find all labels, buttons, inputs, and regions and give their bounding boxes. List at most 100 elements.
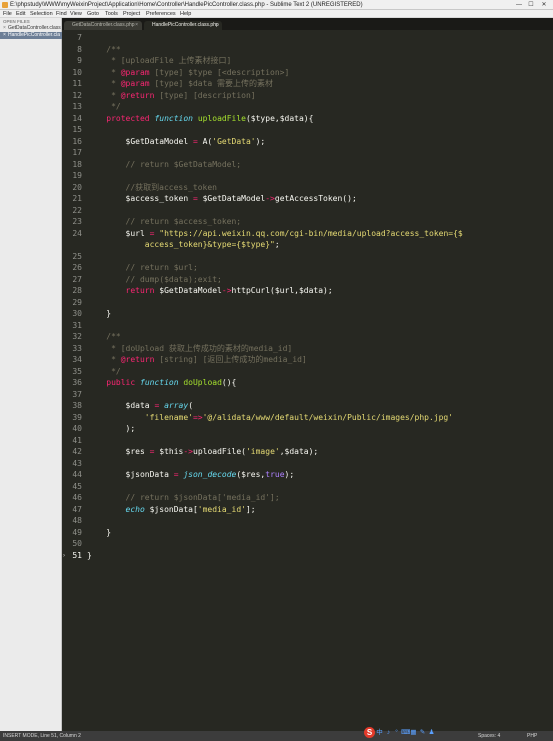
- code-token: json_decode: [183, 470, 237, 479]
- line-number: 20: [72, 182, 82, 192]
- code-line[interactable]: // dump($data);exit;: [87, 274, 553, 286]
- line-number: 19: [72, 171, 82, 180]
- punctuation-icon[interactable]: °: [393, 729, 400, 737]
- code-line[interactable]: $data = array(: [87, 400, 553, 412]
- code-line[interactable]: [87, 458, 553, 470]
- tab-close-icon[interactable]: ×: [135, 21, 138, 30]
- menu-tools[interactable]: Tools: [105, 10, 118, 18]
- code-line[interactable]: * [uploadFile 上传素材接口]: [87, 55, 553, 67]
- code-line[interactable]: $url = "https://api.weixin.qq.com/cgi-bi…: [87, 228, 553, 240]
- code-line[interactable]: /**: [87, 331, 553, 343]
- code-token: echo: [125, 504, 145, 514]
- code-line[interactable]: }: [87, 550, 553, 562]
- grid-icon[interactable]: ▦: [410, 729, 417, 737]
- code-line[interactable]: $jsonData = json_decode($res,true);: [87, 469, 553, 481]
- code-token: );: [255, 136, 266, 146]
- menu-find[interactable]: Find: [56, 10, 67, 18]
- menu-help[interactable]: Help: [180, 10, 191, 18]
- code-token: [string] [返回上传成功的media_id]: [154, 355, 307, 364]
- code-line[interactable]: [87, 251, 553, 263]
- maximize-button[interactable]: ☐: [526, 1, 536, 9]
- code-token: A(: [197, 136, 213, 146]
- menu-preferences[interactable]: Preferences: [146, 10, 176, 18]
- line-number: 41: [72, 435, 82, 445]
- tab-handlepiccontroller[interactable]: HandlePicController.class.php ×: [144, 21, 222, 30]
- code-line[interactable]: access_token}&type={$type}";: [87, 239, 553, 251]
- code-line[interactable]: // return $access_token;: [87, 216, 553, 228]
- code-line[interactable]: [87, 320, 553, 332]
- minimize-button[interactable]: —: [514, 1, 524, 9]
- code-line[interactable]: protected function uploadFile($type,$dat…: [87, 113, 553, 125]
- title-bar: E:\phpstudy\WWW\myWeixinProject\Applicat…: [0, 0, 553, 10]
- line-number: 47: [72, 504, 82, 514]
- menu-view[interactable]: View: [70, 10, 82, 18]
- chinese-mode-icon[interactable]: 中: [376, 729, 383, 737]
- sidebar-file-getdatacontroller[interactable]: × GetDataController.class: [0, 25, 62, 32]
- code-line[interactable]: [87, 170, 553, 182]
- line-number: 23: [72, 217, 82, 226]
- code-line[interactable]: /**: [87, 44, 553, 56]
- code-line[interactable]: return $GetDataModel->httpCurl($url,$dat…: [87, 285, 553, 297]
- keyboard-icon[interactable]: ⌨: [401, 729, 410, 737]
- menu-goto[interactable]: Goto: [87, 10, 99, 18]
- code-line[interactable]: $GetDataModel = A('GetData');: [87, 136, 553, 148]
- code-line[interactable]: [87, 389, 553, 401]
- code-editor[interactable]: /** * [uploadFile 上传素材接口] * @param [type…: [62, 30, 553, 731]
- code-token: (: [188, 401, 194, 410]
- tab-close-icon[interactable]: ×: [215, 21, 218, 30]
- pen-icon[interactable]: ✎: [419, 729, 426, 737]
- music-icon[interactable]: ♪: [385, 729, 392, 737]
- code-token: *: [87, 67, 121, 77]
- code-line[interactable]: $res = $this->uploadFile('image',$data);: [87, 446, 553, 458]
- code-line[interactable]: [87, 32, 553, 44]
- code-line[interactable]: [87, 515, 553, 527]
- close-button[interactable]: ✕: [539, 1, 549, 9]
- code-line[interactable]: $access_token = $GetDataModel->getAccess…: [87, 193, 553, 205]
- code-token: public: [106, 378, 136, 387]
- code-token: 'filename': [144, 412, 193, 422]
- sogou-ime-icon[interactable]: S: [364, 727, 375, 738]
- sublime-app-icon: [2, 2, 8, 8]
- code-line[interactable]: // return $GetDataModel;: [87, 159, 553, 171]
- menu-edit[interactable]: Edit: [16, 10, 25, 18]
- current-line-marker-icon: ›: [63, 552, 65, 559]
- line-number: 14: [72, 113, 82, 123]
- tab-getdatacontroller[interactable]: GetDataController.class.php ×: [64, 21, 142, 30]
- status-syntax[interactable]: PHP: [527, 731, 537, 741]
- sidebar-file-handlepiccontroller[interactable]: × HandlePicController.cla: [0, 32, 62, 39]
- window-title: E:\phpstudy\WWW\myWeixinProject\Applicat…: [10, 2, 363, 8]
- code-line[interactable]: * @return [type] [description]: [87, 90, 553, 102]
- code-line[interactable]: // return $url;: [87, 262, 553, 274]
- code-line[interactable]: * @param [type] $data 需要上传的素材: [87, 78, 553, 90]
- code-line[interactable]: [87, 297, 553, 309]
- code-line[interactable]: }: [87, 527, 553, 539]
- code-line[interactable]: //获取到access_token: [87, 182, 553, 194]
- code-line[interactable]: [87, 481, 553, 493]
- code-line[interactable]: [87, 124, 553, 136]
- code-line[interactable]: */: [87, 366, 553, 378]
- code-token: /**: [106, 44, 121, 54]
- code-line[interactable]: [87, 205, 553, 217]
- code-line[interactable]: * @return [string] [返回上传成功的media_id]: [87, 354, 553, 366]
- line-number: 27: [72, 274, 82, 284]
- code-line[interactable]: [87, 538, 553, 550]
- code-line[interactable]: [87, 147, 553, 159]
- code-token: */: [87, 366, 121, 376]
- code-line[interactable]: [87, 435, 553, 447]
- code-token: access_token}&type={$type}": [87, 240, 275, 249]
- code-line[interactable]: }: [87, 308, 553, 320]
- code-line[interactable]: echo $jsonData['media_id'];: [87, 504, 553, 516]
- code-line[interactable]: * @param [type] $type [<description>]: [87, 67, 553, 79]
- menu-project[interactable]: Project: [123, 10, 140, 18]
- code-line[interactable]: * [doUpload 获取上传成功的素材的media_id]: [87, 343, 553, 355]
- code-line[interactable]: 'filename'=>'@/alidata/www/default/weixi…: [87, 412, 553, 424]
- code-line[interactable]: public function doUpload(){: [87, 377, 553, 389]
- code-line[interactable]: // return $jsonData['media_id'];: [87, 492, 553, 504]
- code-line[interactable]: );: [87, 423, 553, 435]
- menu-selection[interactable]: Selection: [30, 10, 53, 18]
- skin-icon[interactable]: ♟: [428, 729, 435, 737]
- menu-file[interactable]: File: [3, 10, 12, 18]
- status-indentation[interactable]: Spaces: 4: [478, 731, 500, 741]
- code-line[interactable]: */: [87, 101, 553, 113]
